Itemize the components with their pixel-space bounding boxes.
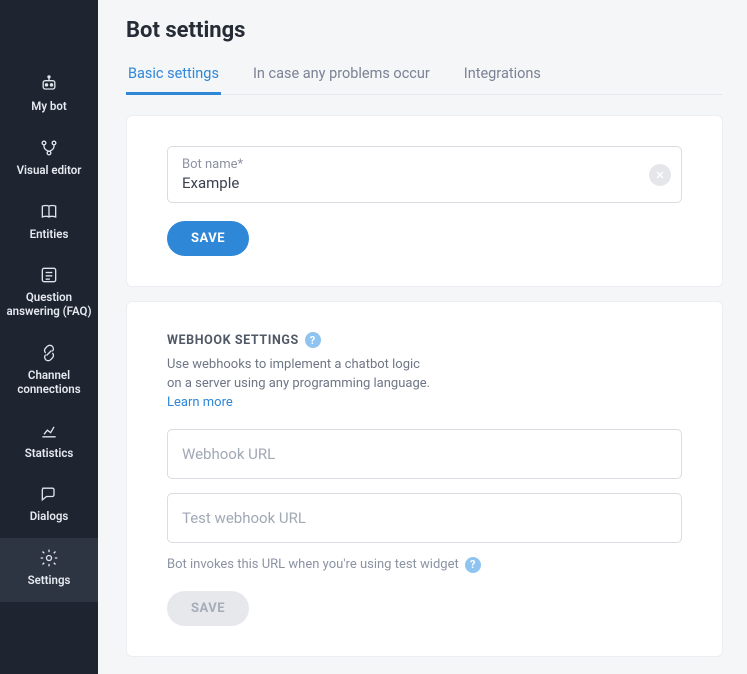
sidebar-item-label: Channel connections xyxy=(4,369,94,397)
sidebar-item-label: Visual editor xyxy=(17,164,82,178)
sidebar-item-my-bot[interactable]: My bot xyxy=(0,64,98,128)
webhook-desc-line1: Use webhooks to implement a chatbot logi… xyxy=(167,356,682,375)
sidebar-item-faq[interactable]: Question answering (FAQ) xyxy=(0,255,98,333)
sidebar-item-label: My bot xyxy=(31,100,66,114)
bot-name-field-wrap[interactable]: Bot name* xyxy=(167,146,682,203)
book-icon xyxy=(39,202,59,222)
tab-label: In case any problems occur xyxy=(253,65,430,82)
branch-icon xyxy=(39,138,59,158)
webhook-url-input[interactable] xyxy=(167,429,682,479)
sidebar-item-settings[interactable]: Settings xyxy=(0,538,98,602)
list-icon xyxy=(39,265,59,285)
chart-icon xyxy=(39,421,59,441)
tab-basic-settings[interactable]: Basic settings xyxy=(126,65,221,94)
bot-name-label: Bot name* xyxy=(182,157,637,172)
sidebar-item-dialogs[interactable]: Dialogs xyxy=(0,474,98,538)
chat-icon xyxy=(39,484,59,504)
robot-icon xyxy=(39,74,59,94)
learn-more-link[interactable]: Learn more xyxy=(167,394,682,413)
tab-label: Integrations xyxy=(464,65,541,82)
sidebar-item-entities[interactable]: Entities xyxy=(0,192,98,256)
sidebar-item-label: Entities xyxy=(30,228,69,242)
save-webhook-button[interactable]: SAVE xyxy=(167,591,249,626)
sidebar-item-channel[interactable]: Channel connections xyxy=(0,333,98,411)
sidebar-item-label: Dialogs xyxy=(30,510,69,524)
page-title: Bot settings xyxy=(126,18,723,43)
sidebar-item-visual-editor[interactable]: Visual editor xyxy=(0,128,98,192)
link-icon xyxy=(39,343,59,363)
tabs: Basic settings In case any problems occu… xyxy=(126,65,723,95)
sidebar-item-label: Question answering (FAQ) xyxy=(4,291,94,319)
gear-icon xyxy=(39,548,59,568)
tab-problems[interactable]: In case any problems occur xyxy=(251,65,432,94)
card-bot-name: Bot name* SAVE xyxy=(126,115,723,287)
help-icon[interactable]: ? xyxy=(465,557,481,573)
webhook-hint: Bot invokes this URL when you're using t… xyxy=(167,557,682,573)
sidebar: My bot Visual editor Entities Question a… xyxy=(0,0,98,674)
help-icon[interactable]: ? xyxy=(305,332,321,348)
bot-name-input[interactable] xyxy=(182,174,637,192)
webhook-hint-text: Bot invokes this URL when you're using t… xyxy=(167,557,459,572)
webhook-title: WEBHOOK SETTINGS ? xyxy=(167,332,682,348)
tab-integrations[interactable]: Integrations xyxy=(462,65,543,94)
card-webhook: WEBHOOK SETTINGS ? Use webhooks to imple… xyxy=(126,301,723,657)
sidebar-item-label: Statistics xyxy=(25,447,74,461)
sidebar-item-label: Settings xyxy=(28,574,71,588)
webhook-desc-line2: on a server using any programming langua… xyxy=(167,375,682,394)
save-bot-name-button[interactable]: SAVE xyxy=(167,221,249,256)
main: Bot settings Basic settings In case any … xyxy=(98,0,747,674)
webhook-desc: Use webhooks to implement a chatbot logi… xyxy=(167,356,682,413)
test-webhook-url-input[interactable] xyxy=(167,493,682,543)
tab-label: Basic settings xyxy=(128,65,219,82)
sidebar-item-statistics[interactable]: Statistics xyxy=(0,411,98,475)
clear-icon[interactable] xyxy=(649,164,671,186)
webhook-title-text: WEBHOOK SETTINGS xyxy=(167,333,299,348)
